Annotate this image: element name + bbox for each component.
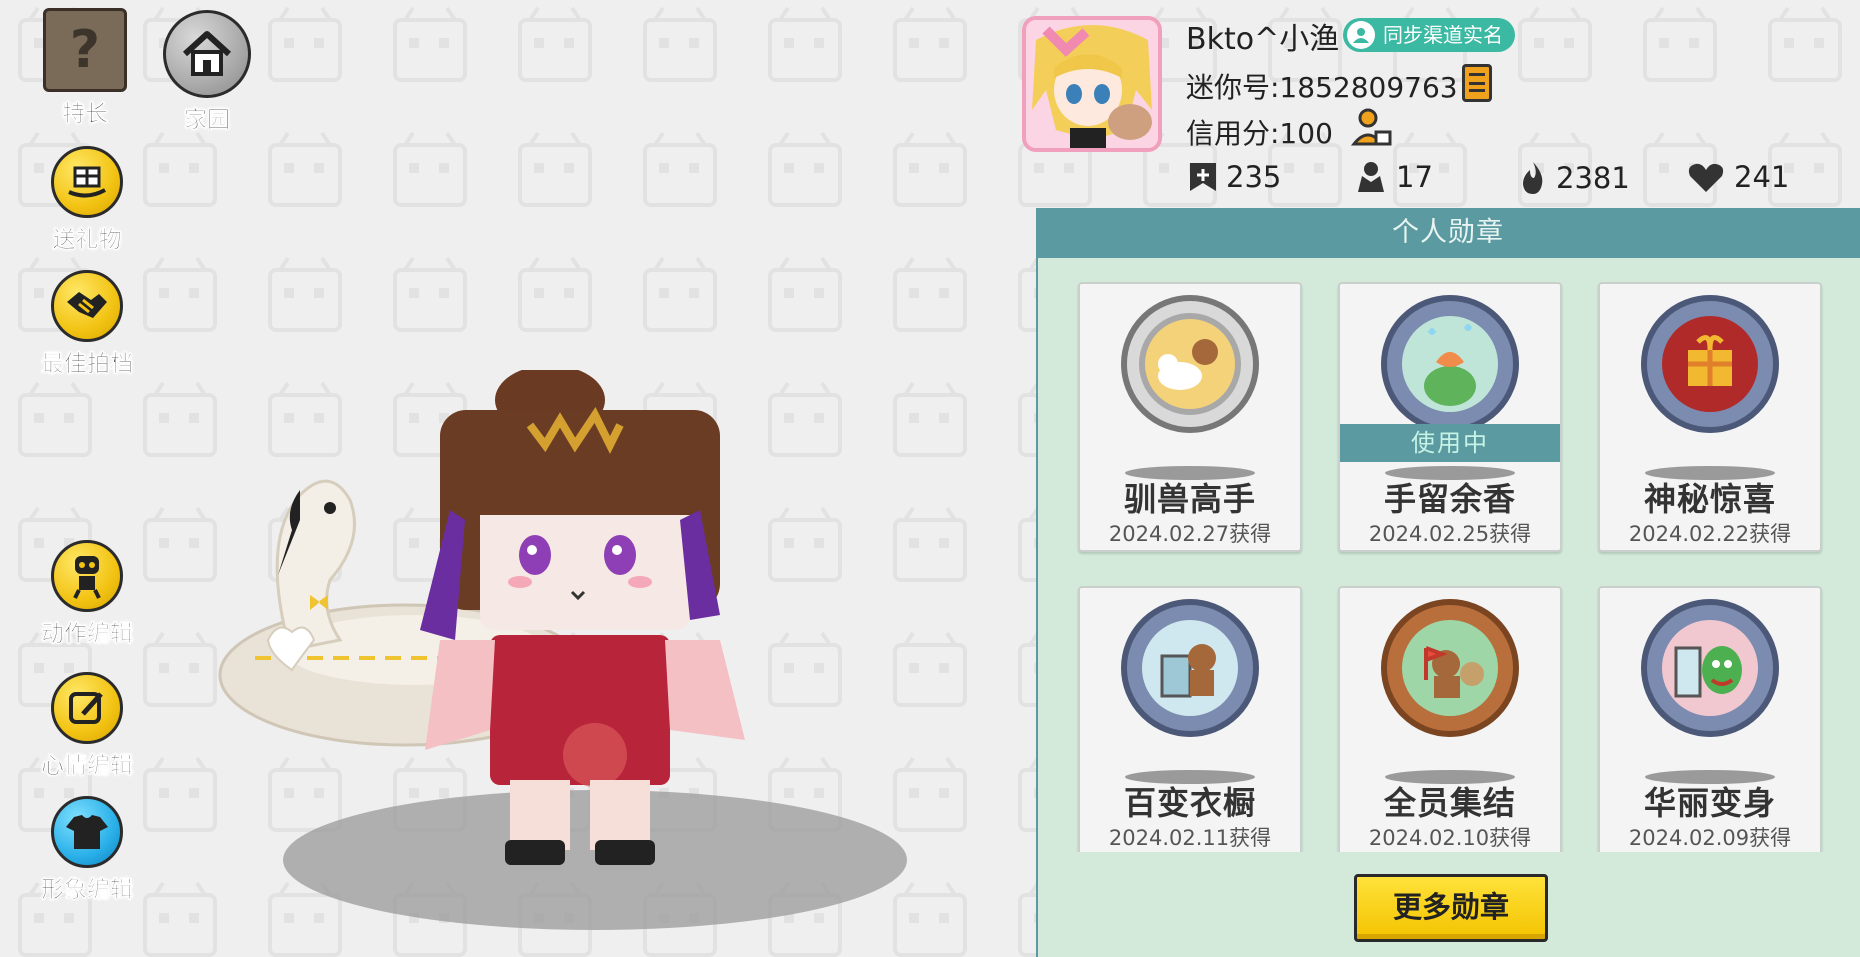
person-icon	[1358, 162, 1384, 192]
followers-count: 235	[1226, 160, 1282, 194]
avatar-portrait-icon	[1026, 20, 1158, 148]
medal-panel-header: 个人勋章	[1036, 208, 1860, 258]
medal-date: 2024.02.11获得	[1108, 826, 1272, 850]
medal-grid[interactable]: 驯兽高手 2024.02.27获得 使用中 手留余香 2024.02.25获得 …	[1036, 258, 1860, 852]
tamer-medal-icon	[1121, 295, 1259, 433]
medal-card[interactable]: 使用中 手留余香 2024.02.25获得	[1338, 282, 1562, 552]
house-icon	[163, 10, 251, 98]
medal-card[interactable]: 百变衣橱 2024.02.11获得	[1078, 586, 1302, 852]
credit-score: 信用分:100	[1186, 117, 1333, 150]
likes-count: 241	[1734, 160, 1790, 194]
medal-card[interactable]: 全员集结 2024.02.10获得	[1338, 586, 1562, 852]
medal-title: 百变衣橱	[1123, 784, 1256, 822]
following-count: 17	[1396, 160, 1433, 194]
medal-title: 神秘惊喜	[1643, 480, 1776, 518]
heart-icon	[1688, 163, 1724, 192]
gift-hand-icon	[51, 146, 123, 218]
action-edit-button[interactable]: 动作编辑	[27, 540, 147, 648]
verify-realname-button[interactable]: 同步渠道实名	[1343, 18, 1515, 52]
medal-date: 2024.02.25获得	[1368, 522, 1532, 546]
wardrobe-medal-icon	[1121, 599, 1259, 737]
robot-figure-icon	[51, 540, 123, 612]
mood-edit-label: 心情编辑	[41, 753, 134, 780]
in-use-badge: 使用中	[1340, 424, 1560, 462]
popularity-stat: 2381	[1518, 160, 1630, 196]
copy-id-icon[interactable]	[1462, 64, 1492, 102]
avatar-edit-label: 形象编辑	[41, 877, 134, 904]
more-medals-button[interactable]: 更多勋章	[1354, 874, 1548, 942]
avatar-edit-button[interactable]: 形象编辑	[27, 796, 147, 904]
specialty-label: 特长	[62, 101, 109, 128]
likes-stat: 241	[1686, 160, 1789, 194]
credit-user-icon[interactable]	[1350, 106, 1394, 154]
fragrance-medal-icon	[1381, 295, 1519, 433]
following-stat: 17	[1354, 160, 1433, 194]
medal-card[interactable]: 神秘惊喜 2024.02.22获得	[1598, 282, 1822, 552]
medal-date: 2024.02.27获得	[1108, 522, 1272, 546]
medal-card[interactable]: 驯兽高手 2024.02.27获得	[1078, 282, 1302, 552]
popularity-count: 2381	[1556, 161, 1630, 195]
transform-medal-icon	[1641, 599, 1779, 737]
assemble-medal-icon	[1381, 599, 1519, 737]
medal-date: 2024.02.10获得	[1368, 826, 1532, 850]
home-label: 家园	[184, 107, 231, 134]
medal-title: 驯兽高手	[1123, 480, 1256, 518]
character-scene[interactable]	[200, 370, 920, 940]
player-name: Bkto^小渔	[1186, 22, 1340, 57]
user-verify-icon	[1347, 21, 1375, 49]
medal-date: 2024.02.09获得	[1628, 826, 1792, 850]
add-follower-icon	[1190, 163, 1216, 191]
question-block-icon: ?	[43, 8, 127, 92]
best-partner-button[interactable]: 最佳拍档	[27, 270, 147, 378]
action-edit-label: 动作编辑	[41, 621, 134, 648]
edit-pencil-icon	[51, 672, 123, 744]
mood-edit-button[interactable]: 心情编辑	[27, 672, 147, 780]
medal-title: 手留余香	[1383, 480, 1516, 518]
profile-avatar[interactable]	[1022, 16, 1162, 152]
gift-button[interactable]: 送礼物	[27, 146, 147, 254]
medal-title: 华丽变身	[1643, 784, 1776, 822]
gift-label: 送礼物	[52, 227, 122, 254]
clothing-icon	[51, 796, 123, 868]
surprise-gift-medal-icon	[1641, 295, 1779, 433]
mini-id: 迷你号:1852809763	[1186, 71, 1458, 104]
medal-card[interactable]: 华丽变身 2024.02.09获得	[1598, 586, 1822, 852]
handshake-icon	[51, 270, 123, 342]
specialty-button[interactable]: ? 特长	[25, 8, 145, 128]
medal-date: 2024.02.22获得	[1628, 522, 1792, 546]
best-partner-label: 最佳拍档	[41, 351, 134, 378]
home-button[interactable]: 家园	[147, 10, 267, 134]
followers-stat: 235	[1188, 160, 1281, 194]
flame-icon	[1523, 162, 1543, 194]
verify-realname-label: 同步渠道实名	[1383, 23, 1503, 47]
medal-title: 全员集结	[1383, 784, 1516, 822]
